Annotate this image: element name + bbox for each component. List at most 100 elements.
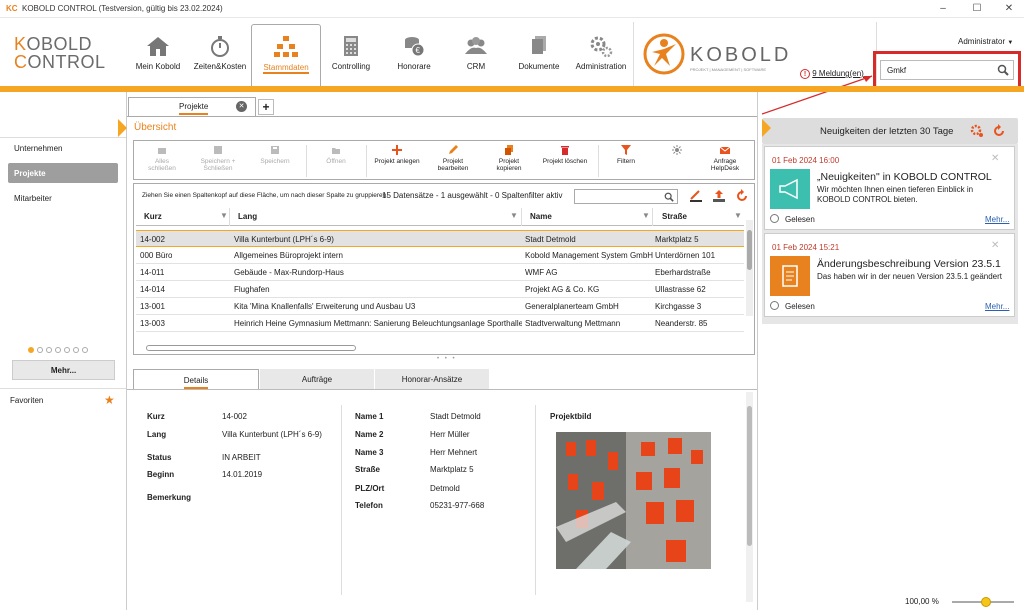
collapse-arrow-icon[interactable]: [118, 119, 127, 137]
delete-project-button[interactable]: Projekt löschen: [542, 145, 588, 165]
settings-dropdown[interactable]: [664, 145, 690, 158]
refresh-icon[interactable]: [735, 189, 749, 203]
kurz-label: Kurz: [147, 412, 165, 421]
tab-divider: [127, 116, 757, 117]
grid-horizontal-scrollbar[interactable]: [138, 345, 744, 352]
trash-icon: [561, 146, 569, 155]
gear-icon[interactable]: [970, 124, 984, 138]
collapse-arrow-icon[interactable]: [762, 119, 771, 137]
read-radio[interactable]: [770, 214, 779, 223]
table-row[interactable]: 13-003 Heinrich Heine Gymnasium Mettmann:…: [136, 315, 744, 332]
star-icon[interactable]: ★: [104, 393, 115, 407]
funnel-icon[interactable]: ▼: [220, 211, 228, 220]
news-more-link[interactable]: Mehr...: [985, 215, 1009, 224]
tab-honorar-ansaetze[interactable]: Honorar-Ansätze: [375, 369, 489, 389]
folder-open-icon: [332, 148, 340, 154]
minimize-button[interactable]: –: [930, 2, 956, 16]
table-row[interactable]: 14-011 Gebäude - Max-Rundorp-Haus WMF AG Eb…: [136, 264, 744, 281]
leftnav-projekte[interactable]: Projekte: [8, 163, 118, 183]
close-all-button: Alles schließen: [142, 145, 182, 172]
splitter-handle[interactable]: • • •: [437, 356, 457, 362]
news-card[interactable]: 01 Feb 2024 15:21 ✕ Änderungsbeschreibun…: [764, 233, 1015, 317]
col-separator[interactable]: [652, 208, 653, 226]
house-icon: [147, 37, 169, 56]
clear-filter-icon[interactable]: [689, 189, 703, 203]
divider: [0, 137, 126, 138]
news-title: Neuigkeiten der letzten 30 Tage: [820, 126, 954, 137]
news-date: 01 Feb 2024 16:00: [772, 156, 840, 165]
news-card[interactable]: 01 Feb 2024 16:00 ✕ „Neuigkeiten" in KOB…: [764, 146, 1015, 230]
nav-mein-kobold[interactable]: Mein Kobold: [130, 24, 186, 86]
close-tab-icon[interactable]: ✕: [236, 101, 247, 112]
leftnav-mitarbeiter[interactable]: Mitarbeiter: [14, 194, 52, 203]
funnel-icon[interactable]: ▼: [734, 211, 742, 220]
projects-grid: Ziehen Sie einen Spaltenkopf auf diese F…: [133, 183, 755, 355]
col-separator[interactable]: [229, 208, 230, 226]
nav-administration[interactable]: Administration: [572, 24, 630, 86]
projektbild-label: Projektbild: [550, 412, 592, 421]
tab-auftraege[interactable]: Aufträge: [260, 369, 374, 389]
pin-icon[interactable]: ✕: [991, 153, 999, 164]
edit-project-button[interactable]: Projekt bearbeiten: [430, 145, 476, 172]
grid-search-input[interactable]: [574, 189, 678, 204]
maximize-button[interactable]: ☐: [964, 2, 990, 16]
close-window-button[interactable]: ✕: [996, 2, 1022, 16]
col-lang[interactable]: Lang: [238, 212, 257, 221]
megaphone-icon: [770, 169, 810, 209]
kobold-mascot-icon: [643, 33, 685, 75]
app-logo-small: KC: [6, 4, 18, 13]
group-hint: Ziehen Sie einen Spaltenkopf auf diese F…: [142, 192, 389, 199]
telefon-label: Telefon: [355, 501, 383, 510]
status-value: IN ARBEIT: [222, 453, 261, 462]
funnel-icon[interactable]: ▼: [642, 211, 650, 220]
zoom-slider-thumb[interactable]: [981, 597, 992, 607]
coins-icon: €: [405, 37, 425, 57]
search-icon[interactable]: [664, 192, 674, 202]
nav-controlling[interactable]: Controlling: [325, 24, 377, 86]
leftnav-more-button[interactable]: Mehr...: [12, 360, 115, 380]
table-row[interactable]: 000 Büro Allgemeines Büroprojekt intern Ko…: [136, 247, 744, 264]
col-separator[interactable]: [521, 208, 522, 226]
kurz-value: 14-002: [222, 412, 247, 421]
divider: [757, 92, 758, 610]
user-menu[interactable]: Administrator ▼: [958, 37, 1013, 46]
nav-zeiten-kosten[interactable]: Zeiten&Kosten: [190, 24, 250, 86]
leftnav-unternehmen[interactable]: Unternehmen: [14, 144, 62, 153]
col-kurz[interactable]: Kurz: [144, 212, 162, 221]
grid-vertical-scrollbar[interactable]: [746, 220, 753, 316]
nav-crm[interactable]: CRM: [450, 24, 502, 86]
col-strasse[interactable]: Straße: [662, 212, 687, 221]
nav-honorare[interactable]: € Honorare: [388, 24, 440, 86]
window-title: KOBOLD CONTROL (Testversion, gültig bis …: [22, 4, 223, 13]
lang-label: Lang: [147, 430, 167, 439]
col-name[interactable]: Name: [530, 212, 552, 221]
divider: [535, 405, 536, 595]
funnel-icon[interactable]: ▼: [510, 211, 518, 220]
filter-button[interactable]: Filtern: [606, 145, 646, 165]
helpdesk-button[interactable]: Anfrage HelpDesk: [700, 145, 750, 172]
favorites-label: Favoriten: [10, 396, 44, 405]
table-row[interactable]: 14-014 Flughafen Projekt AG & Co. KG Ullast…: [136, 281, 744, 298]
news-text: Wir möchten Ihnen einen tieferen Einblic…: [817, 185, 974, 204]
nav-stammdaten[interactable]: Stammdaten: [251, 24, 321, 86]
page-dots[interactable]: [28, 346, 91, 355]
pin-icon[interactable]: ✕: [991, 240, 999, 251]
nav-dokumente[interactable]: Dokumente: [513, 24, 565, 86]
details-scrollbar[interactable]: [746, 392, 753, 602]
export-icon[interactable]: [712, 189, 726, 203]
news-date: 01 Feb 2024 15:21: [772, 243, 840, 252]
name3-value: Herr Mehnert: [430, 448, 478, 457]
copy-icon: [505, 145, 513, 155]
copy-project-button[interactable]: Projekt kopieren: [486, 145, 532, 172]
add-tab-button[interactable]: +: [258, 99, 274, 115]
news-more-link[interactable]: Mehr...: [985, 302, 1009, 311]
table-row[interactable]: 14-002 Villa Kunterbunt (LPH´s 6-9) Stadt …: [136, 230, 744, 247]
refresh-icon[interactable]: [992, 124, 1006, 138]
people-icon: [465, 37, 487, 54]
table-row[interactable]: 13-001 Kita 'Mina Knallenfalls' Erweiteru…: [136, 298, 744, 315]
tab-details[interactable]: Details: [133, 369, 259, 389]
read-radio[interactable]: [770, 301, 779, 310]
create-project-button[interactable]: Projekt anlegen: [374, 145, 420, 165]
zoom-slider[interactable]: [952, 597, 1014, 607]
zoom-level: 100,00 %: [905, 597, 939, 606]
